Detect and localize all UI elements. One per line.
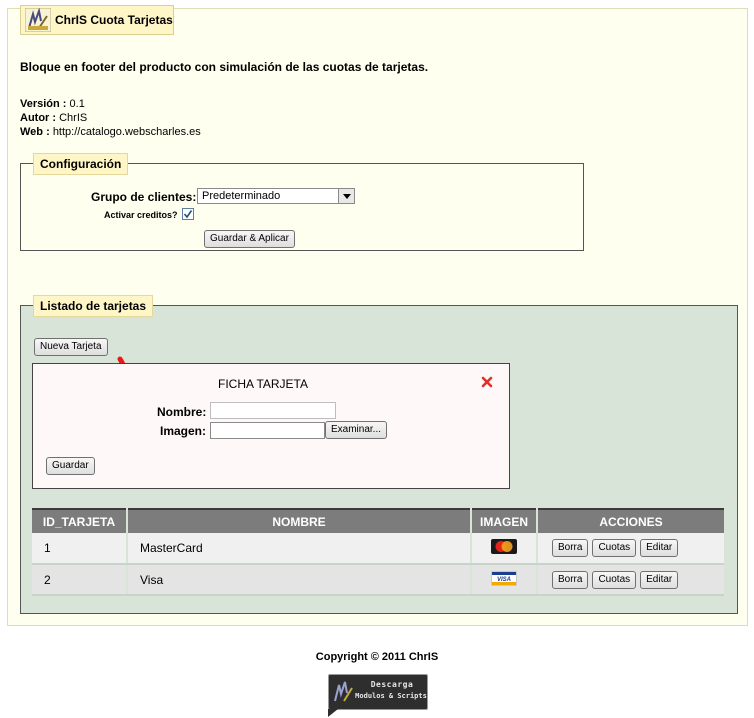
copyright-text: Copyright © 2011 ChrIS [315,651,439,663]
cell-actions: Borra Cuotas Editar [537,533,724,565]
delete-button[interactable]: Borra [552,539,589,557]
col-id: ID_TARJETA [32,509,128,533]
name-label: Nombre: [157,405,207,419]
image-file-input[interactable] [210,422,325,439]
table-row: 2 Visa VISA Borra Cuotas Editar [32,564,724,596]
col-name: NOMBRE [127,509,472,533]
client-group-select[interactable]: Predeterminado [197,188,355,204]
config-legend: Configuración [33,153,129,175]
credits-label: Activar creditos? [104,210,178,220]
version-label: Versión : [20,98,67,110]
cell-name: Visa [127,564,472,596]
svg-text:VISA: VISA [497,577,511,583]
cell-image: VISA [471,564,538,596]
table-header-row: ID_TARJETA NOMBRE IMAGEN ACCIONES [32,509,724,533]
download-scripts-badge[interactable]: Descarga Modulos & Scripts [328,674,428,717]
config-fieldset: Configuración Grupo de clientes: Predete… [20,153,584,251]
author-value: ChrIS [59,112,88,124]
col-image: IMAGEN [471,509,538,533]
fees-button[interactable]: Cuotas [592,570,637,589]
module-title-tab: ChrIS Cuota Tarjetas [20,5,174,35]
author-label: Autor : [20,112,57,124]
cell-id: 1 [32,533,128,565]
chris-logo-icon [25,8,51,32]
col-actions: ACCIONES [537,509,724,533]
badge-tail-icon [328,709,338,717]
fees-button[interactable]: Cuotas [592,539,637,557]
cell-name: MasterCard [127,533,472,565]
card-save-button[interactable]: Guardar [46,457,95,475]
checkmark-icon [183,210,193,219]
edit-button[interactable]: Editar [640,539,679,557]
credits-checkbox[interactable] [182,208,194,220]
badge-logo-icon [334,681,353,702]
close-icon[interactable] [481,376,493,388]
table-row: 1 MasterCard Borra Cuotas Editar [32,533,724,565]
cards-table: ID_TARJETA NOMBRE IMAGEN ACCIONES 1 Mast… [32,508,724,596]
module-title: ChrIS Cuota Tarjetas [55,13,173,27]
web-label: Web : [20,126,50,138]
version-line: Versión : 0.1 [20,98,85,110]
save-apply-button[interactable]: Guardar & Aplicar [204,230,295,248]
card-form: FICHA TARJETA Nombre: Imagen: Examinar..… [32,363,510,489]
cards-legend: Listado de tarjetas [33,295,154,317]
browse-button[interactable]: Examinar... [325,421,388,439]
module-description: Bloque en footer del producto con simula… [20,60,429,74]
chevron-down-icon[interactable] [338,189,354,203]
cell-image [471,533,538,565]
client-group-value: Predeterminado [202,190,281,202]
name-input[interactable] [210,402,336,419]
edit-button[interactable]: Editar [640,570,679,589]
delete-button[interactable]: Borra [552,570,589,589]
version-value: 0.1 [69,98,85,110]
author-line: Autor : ChrIS [20,112,87,124]
card-form-title: FICHA TARJETA [217,377,308,391]
image-label: Imagen: [160,424,207,438]
client-group-label: Grupo de clientes: [91,190,197,204]
badge-line-2: Modulos & Scripts [355,692,427,700]
web-line: Web : http://catalogo.webscharles.es [20,126,201,138]
visa-logo-icon: VISA [491,570,517,586]
mastercard-logo-icon [491,539,517,554]
web-value: http://catalogo.webscharles.es [52,126,201,138]
cell-id: 2 [32,564,128,596]
cell-actions: Borra Cuotas Editar [537,564,724,596]
badge-line-1: Descarga [370,680,414,689]
